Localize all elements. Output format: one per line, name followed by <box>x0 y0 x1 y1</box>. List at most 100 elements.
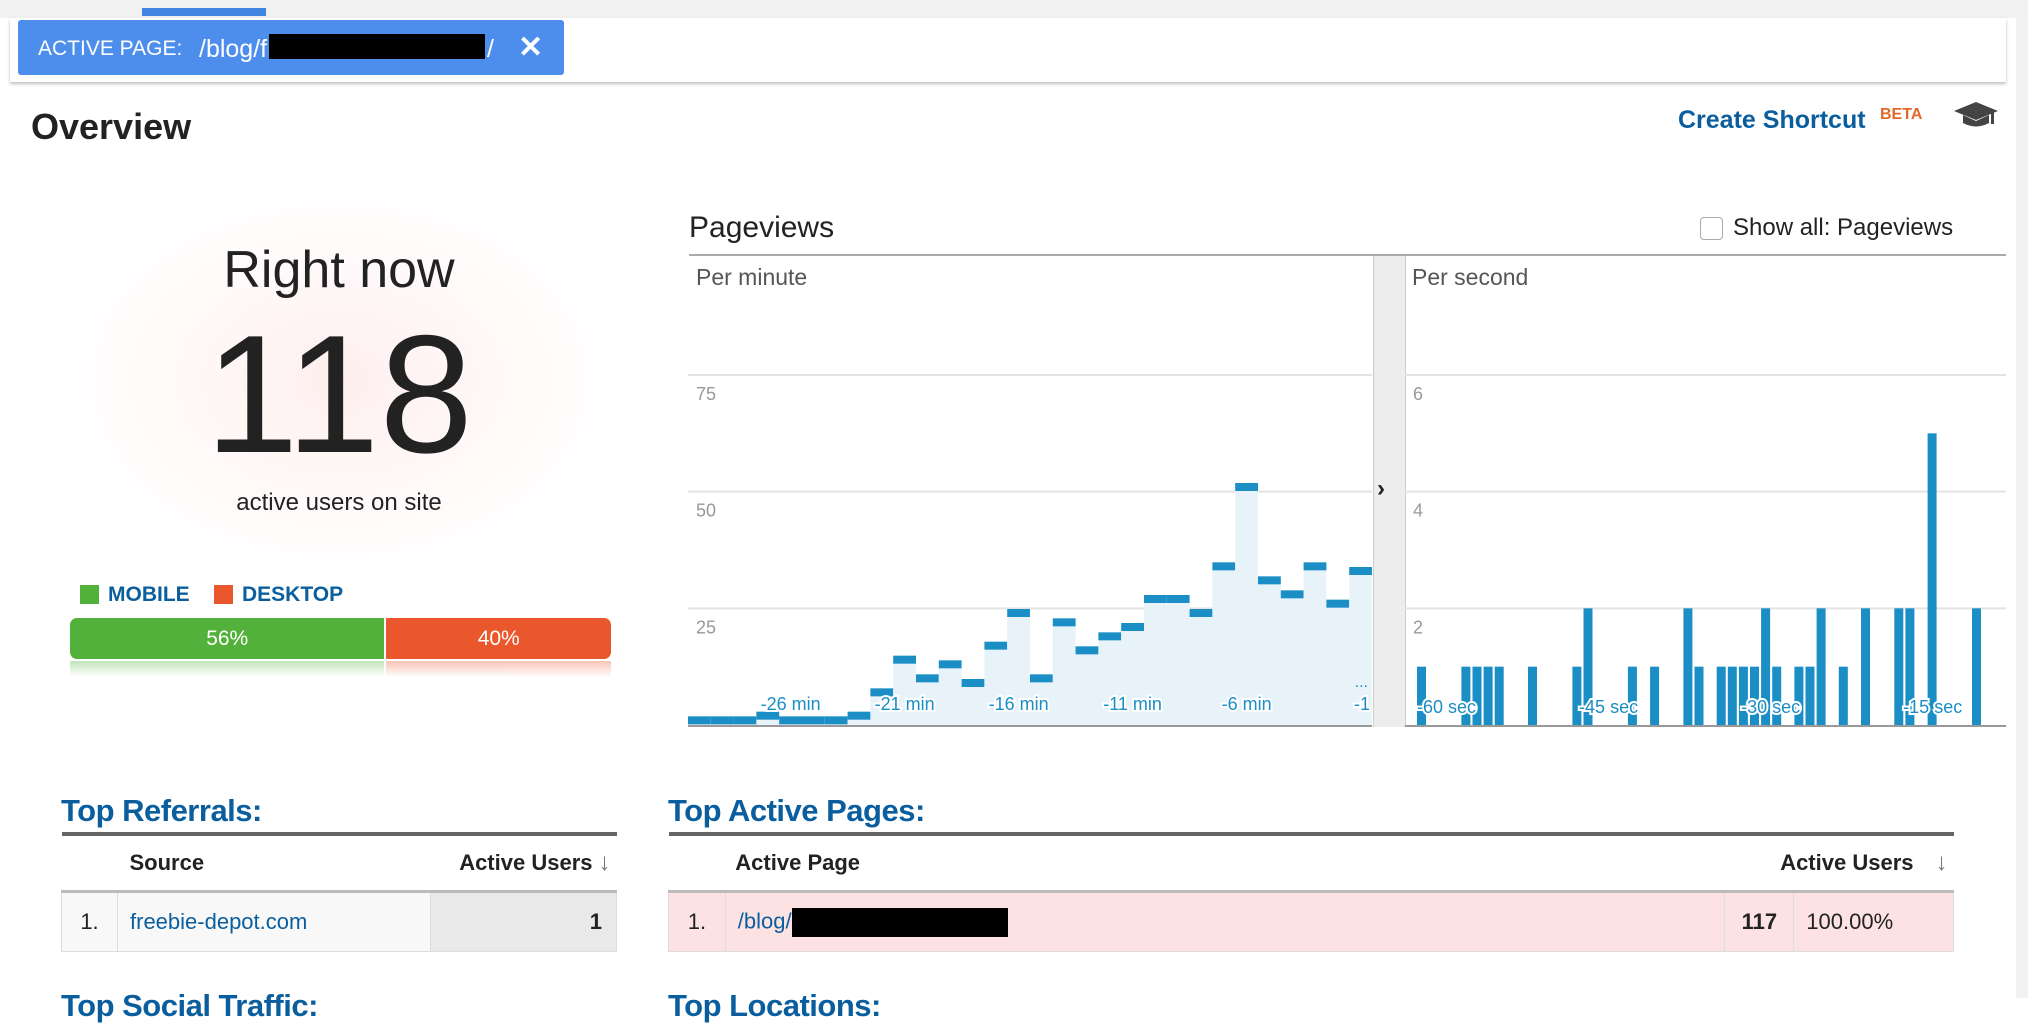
active-users-header-label: Active Users <box>1780 850 1914 875</box>
rank: 1. <box>61 891 118 952</box>
y-tick-label: 2 <box>1413 617 1423 637</box>
bar-fill <box>961 683 985 725</box>
bar <box>1894 608 1904 725</box>
bar <box>1052 618 1076 627</box>
y-tick-label: 6 <box>1413 384 1423 404</box>
y-tick-label: 50 <box>696 501 716 521</box>
filter-value: /blog/f <box>199 35 268 63</box>
bar <box>1144 595 1167 603</box>
active-tab-indicator <box>142 8 266 16</box>
x-tick-label: -1 <box>1354 694 1370 714</box>
bar <box>710 716 734 725</box>
checkbox-icon[interactable] <box>1700 216 1723 240</box>
y-tick-label: 75 <box>696 384 716 404</box>
bar <box>1861 608 1870 725</box>
bar <box>1927 433 1937 725</box>
active-users-header[interactable]: Active Users ↓ <box>1724 834 1954 893</box>
right-now-title: Right now <box>223 241 455 299</box>
bar-fill <box>1052 622 1076 725</box>
bar <box>1483 666 1493 725</box>
x-tick-label: -6 min <box>1222 694 1272 714</box>
desktop-segment: 40% <box>386 618 611 659</box>
bar <box>1694 666 1704 725</box>
source-header[interactable]: Source <box>117 834 431 893</box>
active-page-header[interactable]: Active Page <box>725 834 1725 893</box>
bar-fill <box>1166 599 1190 725</box>
x-tick-label: -60 sec <box>1417 697 1476 717</box>
referral-source-link[interactable]: freebie-depot.com <box>130 909 307 934</box>
legend-mobile: MOBILE <box>108 583 190 606</box>
redacted-block <box>269 34 485 59</box>
beta-badge: BETA <box>1880 106 1923 123</box>
referrals-table: Source Active Users ↓ 1. freebie-depot.co… <box>61 832 617 952</box>
close-icon[interactable]: ✕ <box>518 30 543 65</box>
active-page-link[interactable]: /blog/ <box>738 908 792 933</box>
bar <box>984 641 1008 650</box>
x-tick-label: -26 min <box>761 694 821 714</box>
bar-fill <box>1303 566 1327 725</box>
top-locations-title: Top Locations: <box>668 988 881 1023</box>
bar-fill <box>1075 650 1099 725</box>
bar <box>916 674 939 683</box>
overflow-label: ... <box>1355 674 1368 691</box>
redacted-block <box>791 907 1008 937</box>
device-bar: 56% 40% <box>70 618 611 659</box>
table-row: 1. /blog/ 117 100.00% <box>668 891 1954 952</box>
pageviews-title: Pageviews <box>689 211 835 244</box>
referral-users: 1 <box>430 891 617 952</box>
active-users-header[interactable]: Active Users ↓ <box>430 834 617 893</box>
active-page-filter[interactable]: ACTIVE PAGE: /blog/f / ✕ <box>18 20 564 75</box>
top-bar <box>0 0 2028 18</box>
x-tick-label: -16 min <box>989 694 1049 714</box>
top-active-pages-title: Top Active Pages: <box>668 793 925 828</box>
bar-fill <box>938 664 962 725</box>
show-all-label: Show all: Pageviews <box>1733 214 1954 241</box>
bar-fill <box>1326 603 1350 725</box>
bar <box>802 716 825 725</box>
x-tick-label: -45 sec <box>1579 697 1638 717</box>
bar <box>1075 646 1099 655</box>
bar <box>1494 666 1504 725</box>
bar <box>824 716 848 725</box>
x-tick-label: -11 min <box>1103 694 1162 714</box>
bar <box>1098 632 1122 641</box>
bar <box>938 660 962 669</box>
rank: 1. <box>668 891 726 952</box>
bar-fill <box>1189 613 1213 725</box>
bar <box>961 679 985 687</box>
bar <box>1326 599 1350 608</box>
bar <box>1166 595 1190 603</box>
bar <box>1683 608 1693 725</box>
table-row: 1. freebie-depot.com 1 <box>61 891 617 952</box>
bar <box>1349 567 1372 575</box>
scrollbar[interactable] <box>2016 18 2028 998</box>
x-tick-label: -21 min <box>875 694 935 714</box>
sort-down-icon: ↓ <box>1935 849 1948 876</box>
bar <box>1007 609 1030 617</box>
top-social-title: Top Social Traffic: <box>61 988 318 1023</box>
page-users: 117 <box>1724 891 1795 952</box>
bar <box>688 716 711 725</box>
bar <box>1030 674 1053 683</box>
y-tick-label: 4 <box>1413 501 1423 521</box>
sort-down-icon: ↓ <box>598 849 611 876</box>
filter-value-suffix: / <box>487 35 494 63</box>
bar <box>1528 666 1537 725</box>
bar <box>1189 609 1213 617</box>
bar <box>1303 562 1327 571</box>
bar-fill <box>893 659 916 725</box>
bar <box>1235 483 1258 491</box>
bar <box>1280 590 1304 599</box>
bar <box>1816 608 1826 725</box>
bar-fill <box>1235 487 1258 725</box>
show-all-checkbox[interactable]: Show all: Pageviews <box>1700 214 1953 242</box>
y-tick-label: 25 <box>696 617 716 637</box>
active-pages-table: Active Page Active Users ↓ 1. /blog/ 117 … <box>668 832 1954 952</box>
page-title: Overview <box>31 106 192 147</box>
mobile-swatch <box>80 585 99 604</box>
chevron-right-icon[interactable]: › <box>1377 475 1385 503</box>
desktop-swatch <box>214 585 233 604</box>
bar <box>1716 666 1726 725</box>
create-shortcut-link[interactable]: Create Shortcut <box>1678 106 1866 135</box>
graduation-cap-icon[interactable] <box>1953 100 1999 130</box>
